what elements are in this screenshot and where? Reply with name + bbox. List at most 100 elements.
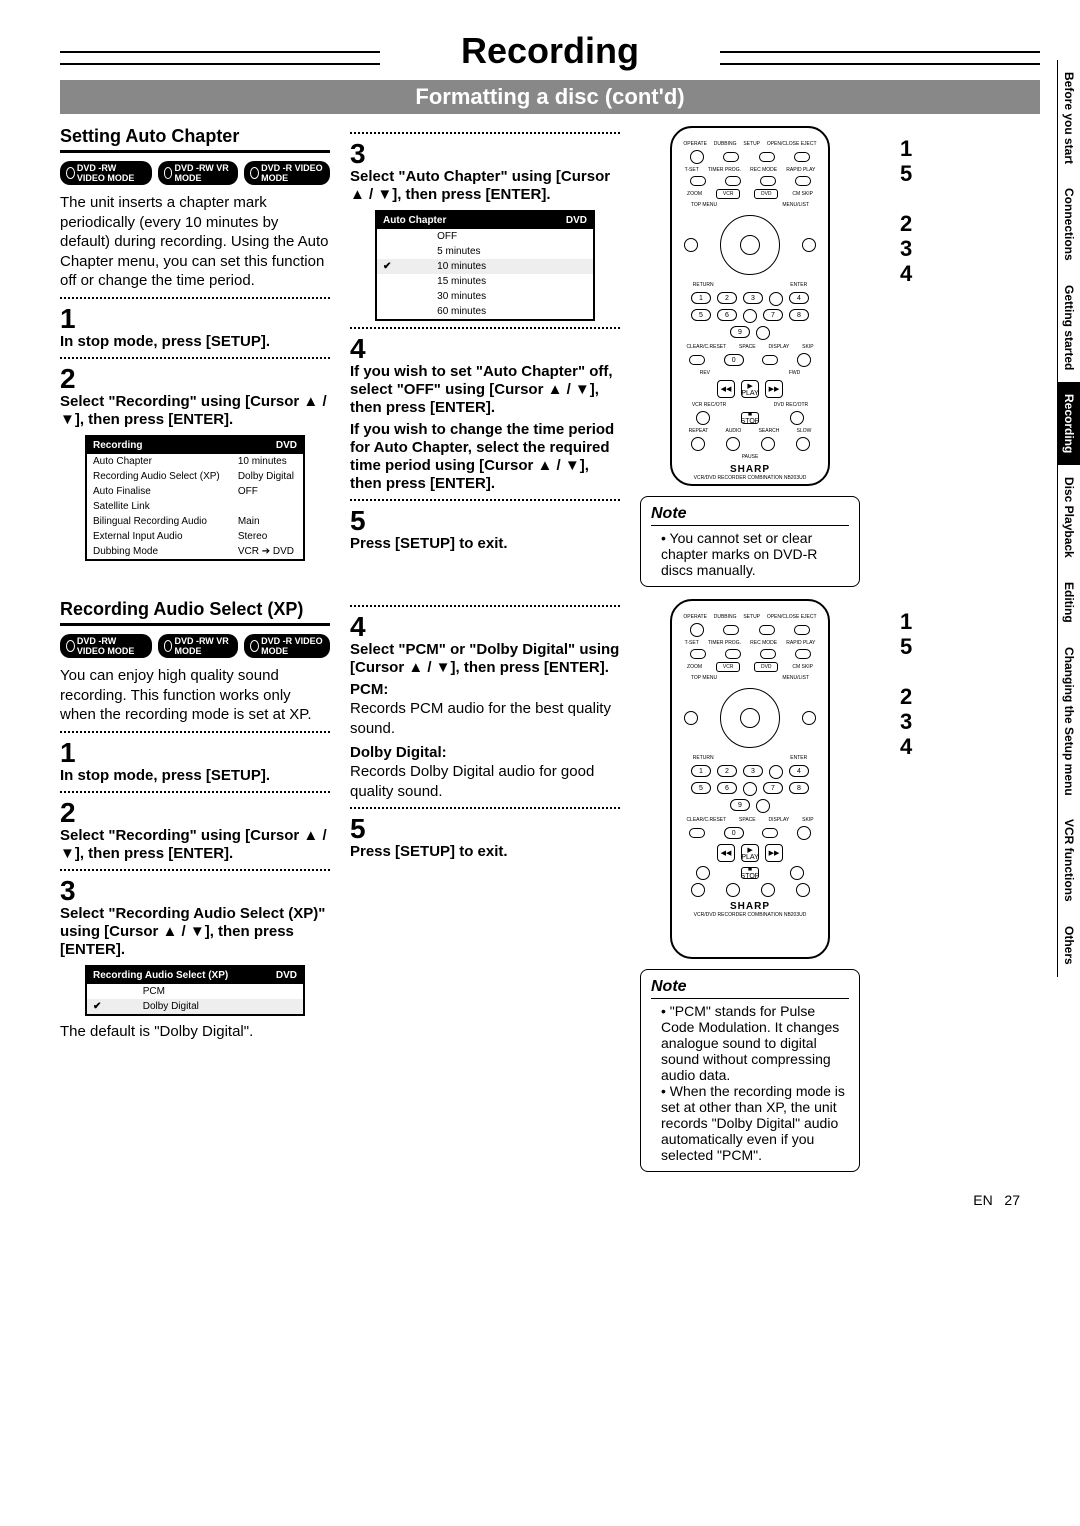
operate-button[interactable] [690,150,704,164]
rev-button[interactable]: ◀◀ [717,380,735,398]
tab-getting-started[interactable]: Getting started [1057,273,1080,382]
menu3-badge: DVD [276,970,297,981]
note-title: Note [651,505,849,526]
s2-step5-text: Press [SETUP] to exit. [350,843,620,861]
badge-dvd-rw-video: DVD -RW VIDEO MODE [60,634,152,658]
tab-vcr-functions[interactable]: VCR functions [1057,807,1080,914]
page-header: Recording [60,30,1040,72]
s2-step4-num: 4 [350,613,620,641]
remote-model: VCR/DVD RECORDER COMBINATION NB203UD [680,475,820,481]
dvd-button[interactable]: DVD [754,189,778,199]
menu-row: Recording Audio Select (XP) [87,469,232,484]
divider [60,731,330,733]
note-box-1: Note You cannot set or clear chapter mar… [640,496,860,587]
num-0[interactable]: 0 [724,354,744,366]
callout-5: 5 [900,161,912,187]
decor-lines-left [60,51,380,65]
divider [60,791,330,793]
num-3[interactable]: 3 [743,292,763,304]
menu-list-button[interactable] [802,238,816,252]
tab-before-you-start[interactable]: Before you start [1057,60,1080,176]
recording-menu: Recording DVD Auto Chapter10 minutes Rec… [85,435,305,561]
menu-row: 60 minutes [431,304,593,319]
menu3-title: Recording Audio Select (XP) [93,970,228,981]
tab-changing-setup[interactable]: Changing the Setup menu [1057,635,1080,808]
note-item: "PCM" stands for Pulse Code Modulation. … [661,1003,849,1083]
stop-button[interactable]: ■ STOP [741,412,759,424]
footer-page: 27 [1004,1192,1020,1208]
page-footer: EN 27 [60,1192,1040,1208]
pcm-label: PCM: [350,681,388,698]
step-4-text-2: If you wish to change the time period fo… [350,421,620,493]
menu-row: 30 minutes [431,289,593,304]
num-5[interactable]: 5 [691,309,711,321]
dd-label: Dolby Digital: [350,744,447,761]
divider [350,327,620,329]
menu-row: Dubbing Mode [87,544,232,559]
num-4[interactable]: 4 [789,292,809,304]
badge-dvd-r-video: DVD -R VIDEO MODE [244,161,330,185]
default-text: The default is "Dolby Digital". [60,1022,330,1042]
audio-select-menu: Recording Audio Select (XP) DVD PCM ✔Dol… [85,965,305,1016]
menu-row: Auto Chapter [87,454,232,469]
prog-button[interactable] [769,292,783,306]
callout-3: 3 [900,236,912,262]
num-9[interactable]: 9 [730,326,750,338]
s2-step4-text: Select "PCM" or "Dolby Digital" using [C… [350,641,620,677]
remote-diagram-1: OPERATEDUBBINGSETUPOPEN/CLOSE EJECT T-SE… [640,126,860,486]
play-button[interactable]: ▶ PLAY [741,380,759,398]
fwd-button[interactable]: ▶▶ [765,380,783,398]
callout-5: 5 [900,634,912,660]
divider [60,869,330,871]
menu-row: 15 minutes [431,274,593,289]
callout-4: 4 [900,734,912,760]
num-8[interactable]: 8 [789,309,809,321]
skip-button[interactable] [756,326,770,340]
page-title: Recording [441,30,659,72]
menu-row: Bilingual Recording Audio [87,514,232,529]
section1-intro: The unit inserts a chapter mark periodic… [60,193,330,291]
auto-chapter-menu: Auto Chapter DVD OFF 5 minutes ✔10 minut… [375,210,595,321]
vcr-button[interactable]: VCR [716,189,740,199]
step-5-text: Press [SETUP] to exit. [350,535,620,553]
step-3-num: 3 [350,140,620,168]
num-1[interactable]: 1 [691,292,711,304]
step-1-num: 1 [60,305,330,333]
page-subhead: Formatting a disc (cont'd) [60,80,1040,114]
disc-badges-2: DVD -RW VIDEO MODE DVD -RW VR MODE DVD -… [60,634,330,658]
step-3-text: Select "Auto Chapter" using [Cursor ▲ / … [350,168,620,204]
tab-recording[interactable]: Recording [1057,382,1080,465]
callout-2: 2 [900,211,912,237]
check-icon: ✔ [87,999,137,1014]
note-box-2: Note "PCM" stands for Pulse Code Modulat… [640,969,860,1172]
note-title: Note [651,978,849,999]
menu-row-selected: 10 minutes [431,259,593,274]
callout-2: 2 [900,684,912,710]
tab-editing[interactable]: Editing [1057,570,1080,635]
top-menu-button[interactable] [684,238,698,252]
divider [60,357,330,359]
disc-badges-1: DVD -RW VIDEO MODE DVD -RW VR MODE DVD -… [60,161,330,185]
num-6[interactable]: 6 [717,309,737,321]
menu-row: Satellite Link [87,499,232,514]
cursor-dpad[interactable] [720,688,780,748]
callout-3: 3 [900,709,912,735]
step-2-num: 2 [60,365,330,393]
s2-step3-text: Select "Recording Audio Select (XP)" usi… [60,905,330,959]
dd-desc: Records Dolby Digital audio for good qua… [350,762,620,801]
note-item: You cannot set or clear chapter marks on… [661,530,849,578]
dubbing-button[interactable] [723,152,739,162]
num-2[interactable]: 2 [717,292,737,304]
setup-button[interactable] [759,152,775,162]
eject-button[interactable] [794,152,810,162]
step-2-text: Select "Recording" using [Cursor ▲ / ▼],… [60,393,330,429]
footer-lang: EN [973,1192,992,1208]
num-7[interactable]: 7 [763,309,783,321]
tab-connections[interactable]: Connections [1057,176,1080,273]
tab-disc-playback[interactable]: Disc Playback [1057,465,1080,570]
dvd-rec-button[interactable] [790,411,804,425]
tab-others[interactable]: Others [1057,914,1080,977]
vcr-rec-button[interactable] [696,411,710,425]
menu-row: Auto Finalise [87,484,232,499]
cursor-dpad[interactable] [720,215,780,275]
